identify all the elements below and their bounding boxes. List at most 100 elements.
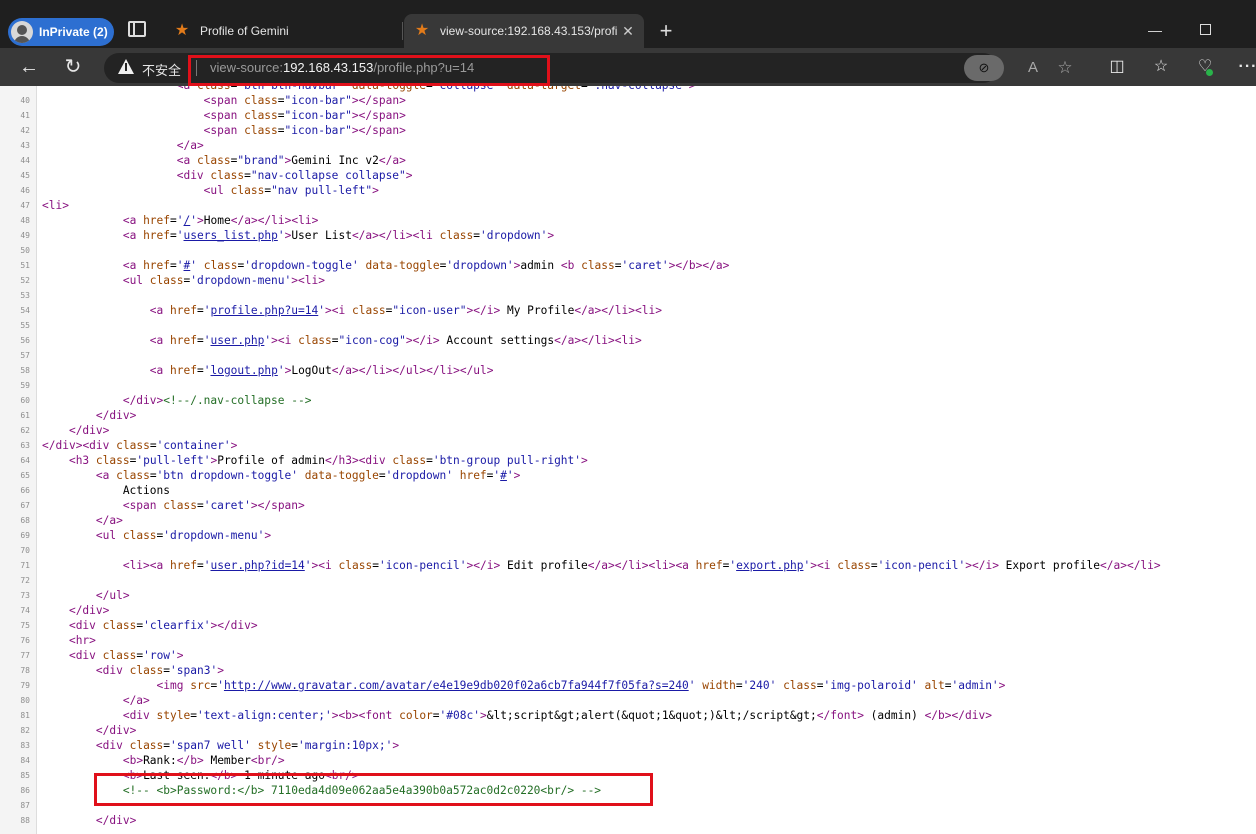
source-line: 40 <span class="icon-bar"></span> (0, 93, 1256, 108)
source-line: 73 </ul> (0, 588, 1256, 603)
minimize-icon[interactable]: — (1132, 18, 1178, 42)
line-number: 61 (20, 411, 30, 420)
inprivate-button[interactable]: InPrivate (2) (8, 18, 114, 46)
source-line: 59 (0, 378, 1256, 393)
source-line: 57 (0, 348, 1256, 363)
more-icon[interactable]: ··· (1236, 56, 1256, 78)
source-line: 77 <div class='row'> (0, 648, 1256, 663)
line-number: 76 (20, 636, 30, 645)
line-number: 42 (20, 126, 30, 135)
source-code: <div class='span7 well' style='margin:10… (95, 739, 400, 752)
source-line: 45 <div class="nav-collapse collapse"> (0, 168, 1256, 183)
source-line: 67 <span class='caret'></span> (0, 498, 1256, 513)
source-line: 61 </div> (0, 408, 1256, 423)
source-line: 50 (0, 243, 1256, 258)
line-number: 81 (20, 711, 30, 720)
source-line: 56 <a href='user.php'><i class="icon-cog… (0, 333, 1256, 348)
source-line: 58 <a href='logout.php'>LogOut</a></li><… (0, 363, 1256, 378)
source-line: 42 <span class="icon-bar"></span> (0, 123, 1256, 138)
line-number: 70 (20, 546, 30, 555)
source-line: 79 <img src='http://www.gravatar.com/ava… (0, 678, 1256, 693)
source-line: 78 <div class='span3'> (0, 663, 1256, 678)
line-number: 78 (20, 666, 30, 675)
status-dot (1206, 69, 1213, 76)
source-line: 55 (0, 318, 1256, 333)
source-code: </div><!--/.nav-collapse --> (122, 394, 312, 407)
line-number: 68 (20, 516, 30, 525)
source-code: <a href='#' class='dropdown-toggle' data… (122, 259, 730, 272)
source-line: 64 <h3 class='pull-left'>Profile of admi… (0, 453, 1256, 468)
line-number: 58 (20, 366, 30, 375)
tab-actions-icon[interactable] (128, 21, 146, 37)
source-line: 71 <li><a href='user.php?id=14'><i class… (0, 558, 1256, 573)
source-line: 54 <a href='profile.php?u=14'><i class="… (0, 303, 1256, 318)
source-code: </div> (95, 409, 137, 422)
source-code: <a class='btn dropdown-toggle' data-togg… (95, 469, 521, 482)
source-code: <div class='span3'> (95, 664, 224, 677)
source-code: <a href='logout.php'>LogOut</a></li></ul… (149, 364, 494, 377)
inprivate-label: InPrivate (2) (39, 25, 108, 39)
source-line: 84 <b>Rank:</b> Member<br/> (0, 753, 1256, 768)
source-code: <li> (42, 199, 69, 212)
line-number: 47 (20, 201, 30, 210)
source-line: 52 <ul class='dropdown-menu'><li> (0, 273, 1256, 288)
split-screen-icon[interactable]: ◫ (1105, 56, 1129, 78)
favorite-star-icon[interactable]: ☆ (1054, 58, 1076, 78)
warning-mark (125, 63, 127, 71)
source-code: </div> (95, 814, 137, 827)
line-number: 83 (20, 741, 30, 750)
back-icon[interactable]: ← (16, 56, 42, 78)
tab-profile-of-gemini[interactable]: ★ Profile of Gemini (164, 14, 400, 48)
source-line: 44 <a class="brand">Gemini Inc v2</a> (0, 153, 1256, 168)
source-code: <a href='/'>Home</a></li><li> (122, 214, 319, 227)
line-number: 66 (20, 486, 30, 495)
source-line: 69 <ul class='dropdown-menu'> (0, 528, 1256, 543)
line-number: 49 (20, 231, 30, 240)
line-number: 57 (20, 351, 30, 360)
source-code: </ul> (95, 589, 130, 602)
star-favicon: ★ (174, 22, 190, 39)
source-code: </a> (176, 139, 204, 152)
tracking-prevention-icon[interactable]: ⊘ (964, 55, 1004, 81)
source-code: <ul class='dropdown-menu'> (95, 529, 272, 542)
source-line: 82 </div> (0, 723, 1256, 738)
source-code: <a href='user.php'><i class="icon-cog"><… (149, 334, 642, 347)
source-code: </div> (68, 424, 110, 437)
source-code: <a href='profile.php?u=14'><i class="ico… (149, 304, 662, 317)
new-tab-icon[interactable]: + (654, 18, 678, 44)
line-number: 85 (20, 771, 30, 780)
source-line: 43 </a> (0, 138, 1256, 153)
line-number: 43 (20, 141, 30, 150)
star-favicon: ★ (414, 22, 430, 39)
source-line: 46 <ul class="nav pull-left"> (0, 183, 1256, 198)
line-number: 50 (20, 246, 30, 255)
source-code: <a href='users_list.php'>User List</a></… (122, 229, 555, 242)
source-line: 66 Actions (0, 483, 1256, 498)
browser-essentials-icon[interactable]: ♡ (1193, 56, 1217, 78)
source-line-partial: <a class="btn btn-navbar" data-toggle="c… (0, 86, 1256, 93)
maximize-icon[interactable] (1182, 18, 1228, 42)
line-number: 52 (20, 276, 30, 285)
source-line: 68 </a> (0, 513, 1256, 528)
source-code: </a> (95, 514, 123, 527)
view-source-content[interactable]: <a class="btn btn-navbar" data-toggle="c… (0, 86, 1256, 834)
close-icon[interactable]: ✕ (618, 23, 638, 40)
source-code: <a class="brand">Gemini Inc v2</a> (176, 154, 406, 167)
source-code: <span class="icon-bar"></span> (203, 109, 406, 122)
line-number: 77 (20, 651, 30, 660)
favorites-icon[interactable]: ☆ (1149, 56, 1173, 78)
source-line: 49 <a href='users_list.php'>User List</a… (0, 228, 1256, 243)
source-code: </div> (95, 724, 137, 737)
security-label[interactable]: 不安全 (142, 60, 181, 79)
line-number: 54 (20, 306, 30, 315)
reload-icon[interactable]: ↻ (60, 56, 86, 78)
line-number: 86 (20, 786, 30, 795)
tab-view-source[interactable]: ★ view-source:192.168.43.153/profi ✕ (404, 14, 644, 48)
source-line: 60 </div><!--/.nav-collapse --> (0, 393, 1256, 408)
line-number: 79 (20, 681, 30, 690)
source-line: 83 <div class='span7 well' style='margin… (0, 738, 1256, 753)
source-code: <ul class='dropdown-menu'><li> (122, 274, 325, 287)
read-aloud-icon[interactable]: A (1022, 58, 1044, 78)
line-number: 69 (20, 531, 30, 540)
line-number: 71 (20, 561, 30, 570)
